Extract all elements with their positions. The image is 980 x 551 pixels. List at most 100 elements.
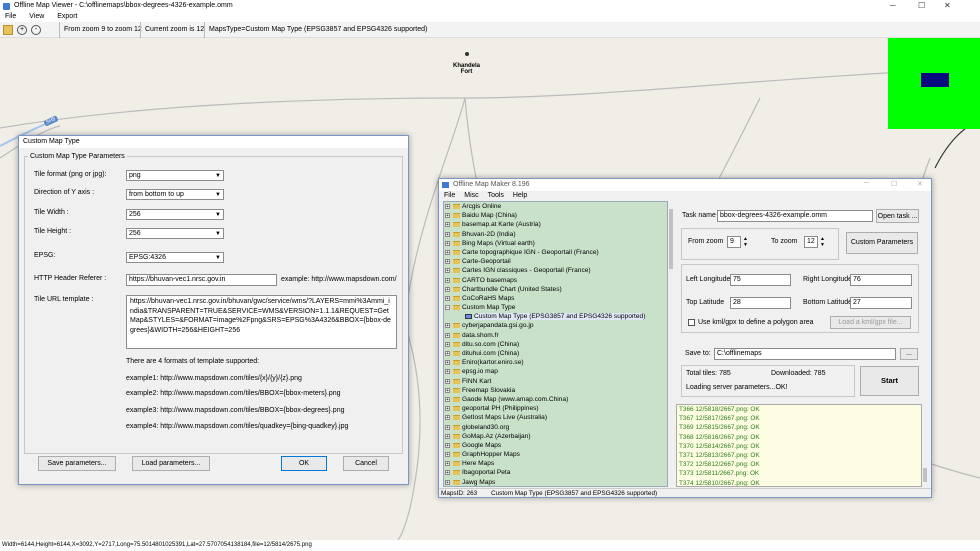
tree-item[interactable]: + GraphHopper Maps [444, 450, 667, 459]
expand-icon[interactable]: + [445, 249, 450, 255]
load-kml-button[interactable]: Load a kml/gpx file... [830, 316, 911, 329]
from-zoom-input[interactable]: 9 [727, 236, 741, 248]
tree-item[interactable]: + Chartbundle Chart (United States) [444, 285, 667, 294]
expand-icon[interactable]: + [445, 387, 450, 393]
expand-icon[interactable]: + [445, 461, 450, 467]
ok-button[interactable]: OK [281, 456, 327, 471]
referer-input[interactable]: https://bhuvan-vec1.nrsc.gov.in [126, 274, 277, 286]
minimize-icon[interactable]: ─ [890, 0, 896, 12]
expand-icon[interactable]: + [445, 268, 450, 274]
maker-menu-tools[interactable]: Tools [488, 192, 504, 199]
close-icon[interactable]: ✕ [917, 180, 923, 188]
tree-item[interactable]: + Carte-Geoportail [444, 257, 667, 266]
tree-item[interactable]: + Ibagoportal Peta [444, 468, 667, 477]
to-zoom-input[interactable]: 12 [804, 236, 818, 248]
browse-button[interactable]: ... [900, 348, 918, 360]
expand-icon[interactable]: + [445, 277, 450, 283]
menu-export[interactable]: Export [57, 13, 77, 20]
tree-item[interactable]: Custom Map Type (EPSG3857 and EPSG4326 s… [444, 312, 667, 321]
expand-icon[interactable]: + [445, 240, 450, 246]
epsg-select[interactable]: EPSG:4326 ▼ [126, 252, 224, 263]
task-name-input[interactable]: bbox-degrees-4326-example.omm [717, 210, 873, 222]
minimize-icon[interactable]: ─ [864, 180, 869, 187]
zoom-out-icon[interactable]: - [31, 25, 41, 35]
tree-item[interactable]: + Cartes IGN classiques - Geoportail (Fra… [444, 266, 667, 275]
tree-item[interactable]: + geoportal PH (Philippines) [444, 404, 667, 413]
custom-parameters-button[interactable]: Custom Parameters [846, 232, 918, 254]
load-parameters-button[interactable]: Load parameters... [132, 456, 210, 471]
tree-item[interactable]: + ditu.so.com (China) [444, 340, 667, 349]
tree-item[interactable]: + CoCoRaHS Maps [444, 294, 667, 303]
log-scrollbar[interactable] [922, 404, 928, 487]
expand-icon[interactable]: + [445, 406, 450, 412]
expand-icon[interactable]: + [445, 470, 450, 476]
save-to-input[interactable]: C:\offlinemaps [714, 348, 896, 360]
overview-viewport[interactable] [921, 73, 949, 87]
tree-item[interactable]: + Here Maps [444, 459, 667, 468]
right-longitude-input[interactable]: 76 [850, 274, 912, 286]
expand-icon[interactable]: + [445, 424, 450, 430]
open-task-button[interactable]: Open task ... [876, 209, 919, 223]
expand-icon[interactable]: + [445, 415, 450, 421]
tree-item[interactable]: + Jawg Maps [444, 478, 667, 487]
tile-height-select[interactable]: 256 ▼ [126, 228, 224, 239]
expand-icon[interactable]: + [445, 259, 450, 265]
overview-map[interactable] [888, 38, 980, 129]
from-zoom-spinner[interactable]: ▲ ▼ [742, 236, 749, 248]
expand-icon[interactable]: + [445, 396, 450, 402]
left-longitude-input[interactable]: 75 [730, 274, 791, 286]
kml-checkbox[interactable] [688, 319, 695, 326]
expand-icon[interactable]: + [445, 286, 450, 292]
zoom-in-icon[interactable]: + [17, 25, 27, 35]
maker-menu-help[interactable]: Help [513, 192, 527, 199]
expand-icon[interactable]: + [445, 231, 450, 237]
expand-icon[interactable]: + [445, 360, 450, 366]
top-latitude-input[interactable]: 28 [730, 297, 791, 309]
expand-icon[interactable]: + [445, 295, 450, 301]
maximize-icon[interactable]: ☐ [891, 180, 897, 188]
url-template-textarea[interactable]: https://bhuvan-vec1.nrsc.gov.in/bhuvan/g… [126, 295, 397, 349]
expand-icon[interactable]: + [445, 479, 450, 485]
tree-item[interactable]: + GoMap.Az (Azerbaijan) [444, 432, 667, 441]
tree-item[interactable]: + CARTO basemaps [444, 276, 667, 285]
menu-view[interactable]: View [29, 13, 44, 20]
tree-item[interactable]: + Freemap Slovakia [444, 386, 667, 395]
tree-item[interactable]: + data.shom.fr [444, 331, 667, 340]
expand-icon[interactable]: − [445, 305, 450, 311]
maximize-icon[interactable]: ☐ [918, 0, 925, 12]
tree-item[interactable]: + Gaode Map (www.amap.com.China) [444, 395, 667, 404]
log-scroll-thumb[interactable] [923, 468, 927, 482]
expand-icon[interactable]: + [445, 433, 450, 439]
tree-scroll-thumb[interactable] [669, 209, 673, 269]
maker-menu-file[interactable]: File [444, 192, 455, 199]
expand-icon[interactable]: + [445, 323, 450, 329]
tree-item[interactable]: + Eniro(kartor.eniro.se) [444, 358, 667, 367]
tile-format-select[interactable]: png ▼ [126, 170, 224, 181]
tree-item[interactable]: + Bhuvan-2D (India) [444, 230, 667, 239]
maker-menu-misc[interactable]: Misc [464, 192, 478, 199]
expand-icon[interactable]: + [445, 452, 450, 458]
expand-icon[interactable]: + [445, 351, 450, 357]
expand-icon[interactable]: + [445, 442, 450, 448]
tree-item[interactable]: + dituhui.com (China) [444, 349, 667, 358]
expand-icon[interactable]: + [445, 204, 450, 210]
expand-icon[interactable]: + [445, 341, 450, 347]
tree-scrollbar[interactable] [668, 201, 674, 487]
tree-item[interactable]: − Custom Map Type [444, 303, 667, 312]
close-icon[interactable]: ✕ [944, 0, 951, 12]
tree-item[interactable]: + Baidu Map (China) [444, 211, 667, 220]
save-parameters-button[interactable]: Save parameters... [38, 456, 116, 471]
open-folder-icon[interactable] [3, 25, 13, 35]
cancel-button[interactable]: Cancel [343, 456, 389, 471]
expand-icon[interactable]: + [445, 369, 450, 375]
yaxis-select[interactable]: from bottom to up ▼ [126, 189, 224, 200]
tree-item[interactable]: + Arcgis Online [444, 202, 667, 211]
expand-icon[interactable]: + [445, 213, 450, 219]
tree-item[interactable]: + epsg.io map [444, 367, 667, 376]
tree-item[interactable]: + Bing Maps (Virtual earth) [444, 239, 667, 248]
expand-icon[interactable]: + [445, 222, 450, 228]
tree-item[interactable]: + Carte topographique IGN - Geoportail (F… [444, 248, 667, 257]
tree-item[interactable]: + cyberjapandata.gsi.go.jp [444, 321, 667, 330]
expand-icon[interactable]: + [445, 378, 450, 384]
bottom-latitude-input[interactable]: 27 [850, 297, 912, 309]
